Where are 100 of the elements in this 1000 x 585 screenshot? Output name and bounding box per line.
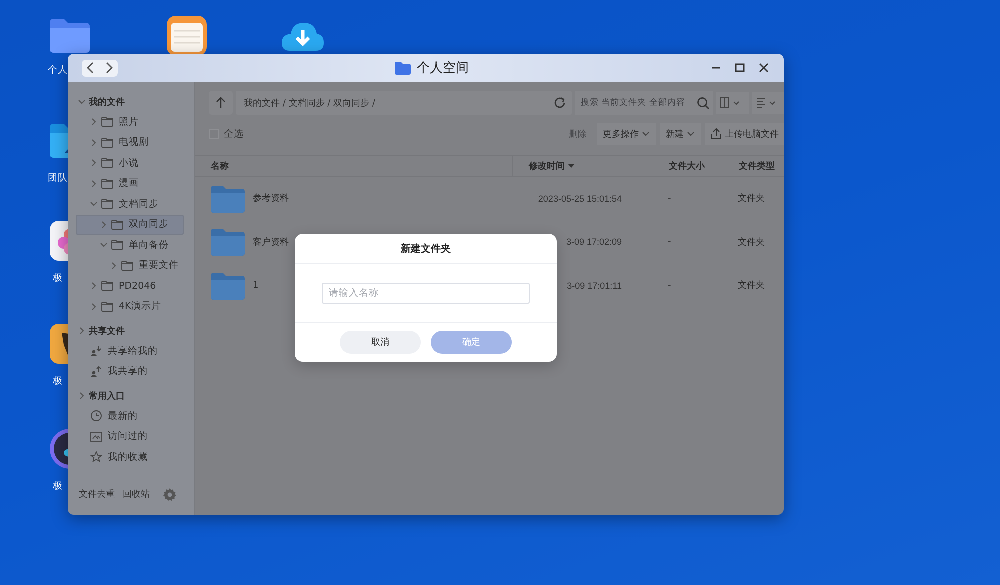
- toolbar-button[interactable]: 上传电脑文件: [705, 123, 784, 145]
- sidebar-footer-link[interactable]: 文件去重: [76, 486, 118, 503]
- chevron-down-icon: [100, 241, 108, 250]
- tree-item[interactable]: 文档同步: [76, 194, 184, 214]
- modified-time: 3-09 17:01:11: [566, 280, 622, 291]
- chevron-right-icon: [90, 180, 98, 188]
- file-name: 1: [253, 280, 259, 291]
- arrow-up-icon: [216, 97, 226, 109]
- sidebar-footer-link[interactable]: 回收站: [120, 486, 153, 503]
- desktop-icon-label: 极: [53, 375, 63, 388]
- folder-icon: [101, 136, 114, 149]
- toolbar-button[interactable]: 更多操作: [597, 123, 656, 145]
- search-field[interactable]: 搜索 当前文件夹 全部内容: [575, 91, 693, 115]
- file-type: 文件夹: [738, 280, 765, 292]
- window-title: 个人空间: [417, 60, 469, 77]
- up-button[interactable]: [209, 91, 233, 115]
- modified-time: 2023-05-25 15:01:54: [537, 194, 622, 204]
- desktop-icon-label: 极: [53, 480, 63, 493]
- dialog-title: 新建文件夹: [295, 234, 557, 264]
- desktop-icon-label: 个人: [48, 64, 68, 77]
- path-field[interactable]: 我的文件 / 文档同步 / 双向同步 /: [236, 91, 572, 115]
- folder-icon: [121, 260, 134, 272]
- view-mode-button[interactable]: [716, 92, 749, 114]
- tree-item[interactable]: 漫画: [76, 174, 184, 194]
- folder-icon: [395, 62, 411, 74]
- folder-icon: [211, 228, 245, 256]
- toolbar-button[interactable]: 新建: [660, 123, 701, 145]
- sidebar-section-header[interactable]: 共享文件: [68, 321, 194, 341]
- chevron-right-icon: [90, 302, 98, 311]
- file-name: 客户资料: [253, 236, 289, 249]
- tree-item[interactable]: 小说: [76, 153, 184, 174]
- file-type: 文件夹: [738, 236, 765, 249]
- folder-icon: [101, 198, 114, 210]
- maximize-icon: [735, 63, 745, 73]
- desktop-icon-label: 极: [53, 272, 63, 285]
- sort-menu-button[interactable]: [752, 92, 784, 114]
- columns-caret-icon: [720, 97, 742, 109]
- folder-icon: [111, 218, 124, 231]
- flower-icon[interactable]: [48, 220, 68, 262]
- column-header[interactable]: 文件大小: [653, 160, 723, 172]
- chevron-left-icon: [87, 62, 95, 74]
- column-header[interactable]: 文件类型: [723, 160, 784, 172]
- upload-icon: [711, 128, 722, 140]
- user-upload-icon: [90, 366, 103, 378]
- tree-item[interactable]: 我共享的: [76, 362, 184, 382]
- tree-item[interactable]: 最新的: [76, 406, 184, 426]
- chevron-right-icon: [105, 62, 113, 74]
- user-download-icon: [90, 345, 103, 358]
- chevron-right-icon: [90, 118, 98, 126]
- tree-item[interactable]: 访问过的: [76, 426, 184, 447]
- file-name: 参考资料: [253, 192, 289, 206]
- name-input[interactable]: 请输入名称: [322, 282, 530, 304]
- tree-item[interactable]: 共享给我的: [76, 341, 184, 362]
- folder-icon: [101, 300, 114, 313]
- file-size: -: [668, 237, 672, 248]
- tree-item[interactable]: 照片: [76, 112, 184, 132]
- folder-icon: [111, 239, 124, 252]
- folder-icon: [101, 280, 114, 292]
- file-size: -: [668, 280, 672, 291]
- column-header[interactable]: 修改时间: [513, 156, 653, 176]
- chevron-right-icon: [78, 392, 86, 400]
- sidebar-section-header[interactable]: 我的文件: [68, 92, 194, 112]
- chevron-right-icon: [110, 262, 118, 270]
- chevron-right-icon: [90, 138, 98, 147]
- breadcrumb-path: 我的文件 / 文档同步 / 双向同步 /: [244, 98, 376, 110]
- modified-time: 3-09 17:02:09: [565, 237, 622, 248]
- tree-item[interactable]: 电视剧: [76, 132, 184, 153]
- file-size: -: [668, 194, 672, 204]
- tree-item[interactable]: 单向备份: [76, 235, 184, 256]
- star-icon: [90, 451, 103, 464]
- chevron-right-icon: [90, 159, 98, 168]
- tree-item[interactable]: PD2046: [76, 276, 184, 296]
- folder-icon: [211, 272, 245, 300]
- image-icon: [90, 430, 103, 443]
- folder-icon: [101, 116, 114, 128]
- folder-icon: [211, 184, 245, 213]
- search-button[interactable]: [693, 91, 713, 115]
- list-caret-icon: [756, 97, 778, 109]
- folder-icon: [101, 157, 114, 170]
- chevron-right-icon: [78, 327, 86, 335]
- clock-icon: [90, 410, 103, 422]
- tree-item[interactable]: 重要文件: [76, 256, 184, 276]
- chevron-down-icon: [90, 200, 98, 208]
- chevron-right-icon: [90, 282, 98, 290]
- chevron-down-icon: [78, 98, 86, 106]
- tree-item[interactable]: 4K演示片: [76, 296, 184, 317]
- sidebar-section-header[interactable]: 常用入口: [68, 386, 194, 406]
- cancel-button[interactable]: 取消: [340, 331, 421, 354]
- close-icon: [759, 63, 769, 73]
- sort-caret-icon: [568, 164, 575, 168]
- settings-icon: [163, 488, 177, 502]
- desktop-icon-label: 团队: [48, 172, 68, 185]
- chevron-right-icon: [100, 220, 108, 229]
- select-all-checkbox[interactable]: 全选: [209, 128, 244, 140]
- tree-item[interactable]: 双向同步: [76, 214, 184, 235]
- column-header[interactable]: 名称: [195, 156, 513, 176]
- refresh-button[interactable]: [554, 97, 566, 109]
- tree-item[interactable]: 我的收藏: [76, 447, 184, 468]
- notepad-icon[interactable]: [165, 15, 209, 57]
- refresh-icon: [554, 97, 566, 109]
